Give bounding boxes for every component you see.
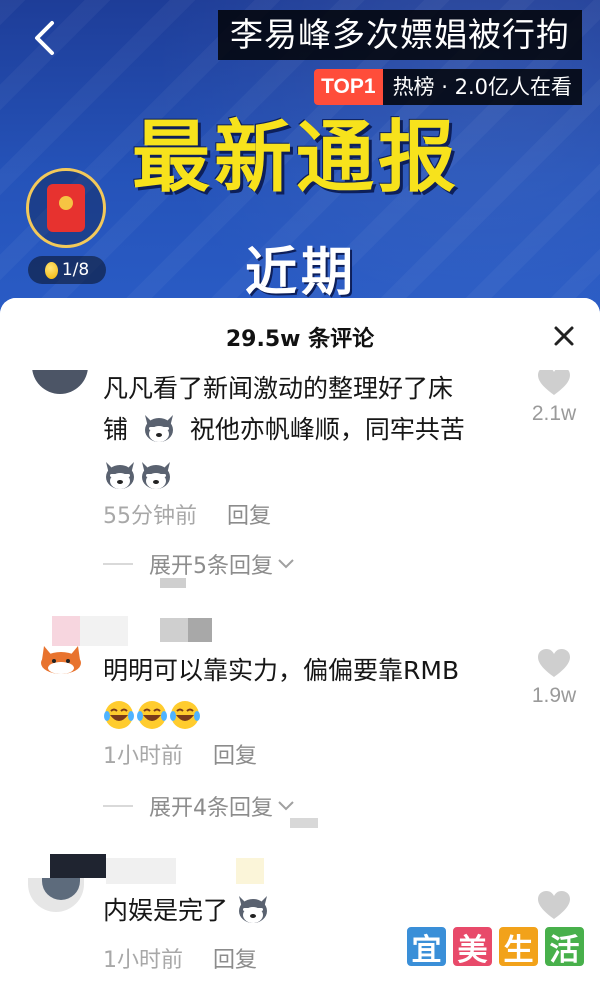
coin-progress-text: 1/8 (61, 260, 90, 280)
comment-text-line: 铺 祝他亦帆峰顺，同牢共苦 (103, 409, 523, 450)
comment-time: 1小时前 (103, 948, 183, 973)
expand-replies-button[interactable]: 展开5条回复 (103, 548, 295, 580)
username-blurred (106, 858, 176, 884)
top-rank-badge: TOP1 (314, 69, 383, 105)
heart-icon (538, 649, 570, 677)
watermark-logo: 宜 美 生 活 (405, 925, 586, 968)
comment-time: 1小时前 (103, 744, 183, 769)
username-blurred[interactable] (52, 616, 128, 646)
comment-text-line: 明明可以靠实力，偏偏要靠RMB (103, 656, 460, 685)
reply-button[interactable]: 回复 (227, 498, 271, 530)
username-blurred (236, 858, 264, 884)
like-button[interactable]: 2.1w (524, 366, 584, 426)
avatar-blurred (28, 854, 106, 912)
expand-replies-button[interactable]: 展开4条回复 (103, 790, 295, 822)
chevron-down-icon (278, 801, 294, 811)
heart-icon (538, 367, 570, 395)
heart-icon (538, 891, 570, 919)
comment-text: 凡凡看了新闻激动的整理好了床 铺 祝他亦帆峰顺，同牢共苦 (103, 368, 523, 491)
like-button[interactable] (524, 890, 584, 926)
husky-emoji-icon (144, 415, 173, 442)
like-button[interactable]: 1.9w (524, 648, 584, 708)
comment-text-line: 内娱是完了 (103, 896, 229, 925)
avatar[interactable] (28, 854, 106, 912)
red-packet-button[interactable] (26, 168, 106, 248)
comment-item: 凡凡看了新闻激动的整理好了床 铺 祝他亦帆峰顺，同牢共苦 55分钟前 回复 展开… (0, 338, 600, 598)
husky-emoji-icon (142, 462, 170, 489)
comment-text-line: 凡凡看了新闻激动的整理好了床 (103, 374, 454, 403)
blur-block (188, 618, 212, 642)
like-count: 2.1w (531, 402, 577, 425)
video-title: 李易峰多次嫖娼被行拘 (218, 10, 582, 60)
like-count: 1.9w (531, 684, 577, 707)
chevron-down-icon (278, 559, 294, 569)
watermark-char: 活 (543, 925, 586, 968)
comment-emoji-row (103, 450, 523, 491)
comment-count: 29.5w 条评论 (225, 327, 375, 352)
reply-button[interactable]: 回复 (213, 738, 257, 770)
blur-block (80, 616, 128, 646)
comment-text: 明明可以靠实力，偏偏要靠RMB (103, 650, 523, 732)
expand-replies-label: 展开4条回复 (149, 796, 273, 821)
chevron-left-icon (35, 21, 54, 55)
watermark-char: 美 (451, 925, 494, 968)
comment-emoji-row (103, 691, 523, 732)
divider-line (103, 563, 133, 565)
comment-sheet: 凡凡看了新闻激动的整理好了床 铺 祝他亦帆峰顺，同牢共苦 55分钟前 回复 展开… (0, 298, 600, 984)
coin-progress-pill: 1/8 (28, 256, 106, 284)
close-icon (554, 326, 574, 346)
coin-icon (44, 261, 58, 279)
comment-time: 55分钟前 (103, 504, 197, 529)
hot-list-text: 热榜 · 2.0亿人在看 (382, 69, 582, 105)
husky-emoji-icon (106, 462, 134, 489)
laugh-cry-emoji-icon (104, 701, 134, 729)
red-packet-icon (47, 184, 85, 232)
video-player[interactable]: 李易峰多次嫖娼被行拘 TOP1 热榜 · 2.0亿人在看 最新通报 近期 1/8 (0, 0, 600, 320)
fox-avatar-icon (41, 646, 81, 674)
comment-sheet-header: 29.5w 条评论 (0, 298, 600, 370)
blurred-fragment (160, 578, 186, 588)
laugh-cry-emoji-icon (170, 701, 200, 729)
blur-block (160, 618, 188, 642)
comment-text-fragment: 铺 (103, 415, 129, 444)
comment-meta: 1小时前 回复 (103, 738, 257, 770)
husky-emoji-icon (238, 896, 267, 923)
close-button[interactable] (548, 320, 580, 352)
divider-line (103, 805, 133, 807)
comment-meta: 55分钟前 回复 (103, 498, 271, 530)
hot-list-row[interactable]: TOP1 热榜 · 2.0亿人在看 (314, 69, 582, 105)
avatar[interactable] (34, 644, 88, 674)
watermark-char: 生 (497, 925, 540, 968)
laugh-cry-emoji-icon (137, 701, 167, 729)
username-blurred (160, 618, 212, 642)
comment-meta: 1小时前 回复 (103, 942, 257, 974)
comment-item: 明明可以靠实力，偏偏要靠RMB 1小时前 回复 展开4条回复 1.9w (0, 616, 600, 866)
watermark-char: 宜 (405, 925, 448, 968)
comment-text-fragment: 祝他亦帆峰顺，同牢共苦 (189, 415, 465, 444)
blurred-fragment (290, 818, 318, 828)
video-headline: 最新通报 (132, 113, 461, 203)
expand-replies-label: 展开5条回复 (149, 554, 273, 579)
reply-button[interactable]: 回复 (213, 942, 257, 974)
back-button[interactable] (24, 18, 64, 58)
blur-block (52, 616, 80, 646)
